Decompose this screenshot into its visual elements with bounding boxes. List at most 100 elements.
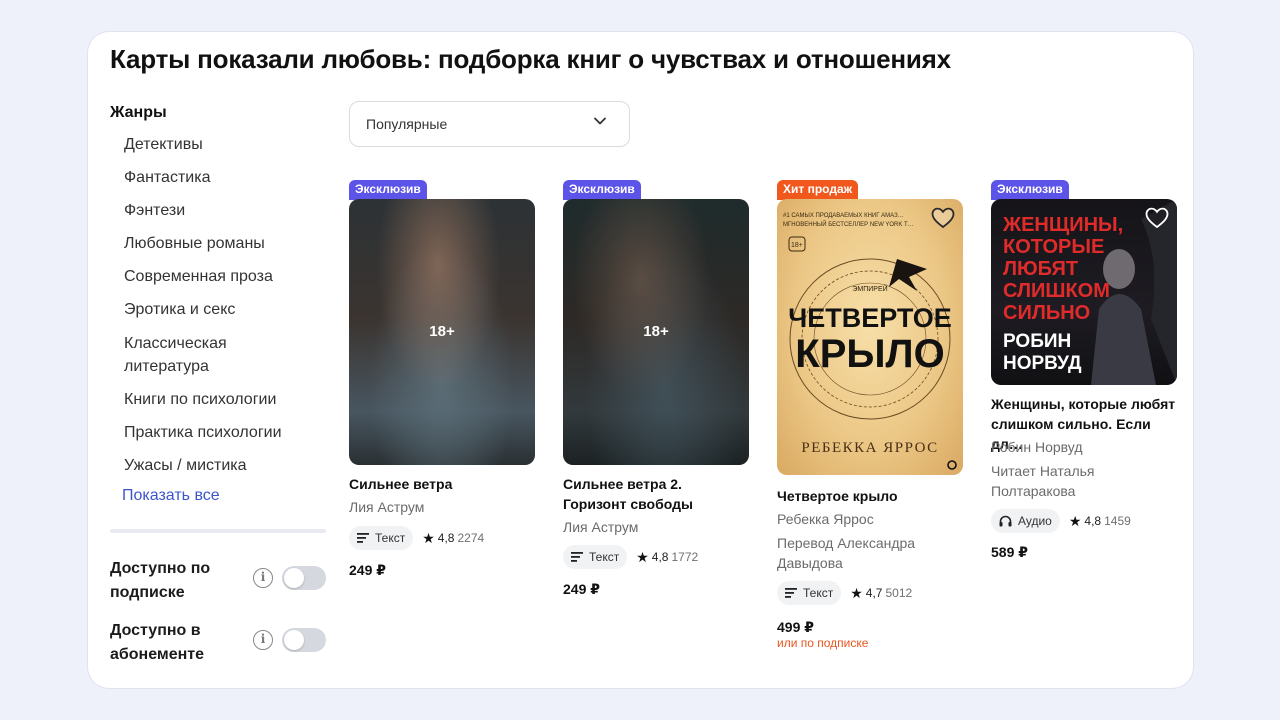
format-label: Текст [589, 550, 620, 564]
genre-link-horror[interactable]: Ужасы / мистика [124, 454, 326, 478]
sort-selected-label: Популярные [366, 116, 448, 132]
cover-author-line: НОРВУД [1003, 353, 1082, 374]
rating: ★ 4,8 2274 [422, 530, 484, 547]
book-title[interactable]: Четвертое крыло [777, 486, 963, 506]
book-author[interactable]: Лия Аструм [349, 497, 535, 517]
sidebar-divider [110, 529, 326, 534]
text-format-icon [785, 588, 797, 598]
star-icon: ★ [422, 529, 435, 546]
text-format-icon [571, 552, 583, 562]
chevron-down-icon [594, 117, 606, 125]
cover-title-line: СИЛЬНО [1003, 302, 1090, 324]
subscription-filter: Доступно по подписке i [110, 560, 326, 615]
book-cover[interactable]: ЖЕНЩИНЫ, КОТОРЫЕ ЛЮБЯТ СЛИШКОМ СИЛЬНО РО… [991, 199, 1177, 385]
info-icon[interactable]: i [253, 568, 273, 589]
book-meta: Текст ★ 4,8 1772 [563, 545, 698, 569]
headphones-icon [999, 515, 1012, 527]
age-restriction-label: 18+ [429, 323, 455, 340]
genre-link-psychology-practice[interactable]: Практика психологии [124, 421, 326, 445]
rating: ★ 4,7 5012 [850, 585, 912, 602]
book-card[interactable]: Эксклюзив 18+ Сильнее ветра Лия Аструм Т… [349, 180, 535, 578]
pass-filter-toggle[interactable] [282, 628, 326, 653]
heart-icon[interactable] [1145, 207, 1169, 229]
book-cover[interactable]: #1 САМЫХ ПРОДАВАЕМЫХ КНИГ АМАЗ… МГНОВЕНН… [777, 199, 963, 475]
rating-value: 4,7 [865, 586, 883, 600]
rating-value: 4,8 [437, 531, 455, 545]
genre-link-romance[interactable]: Любовные романы [124, 232, 326, 256]
text-format-icon [357, 533, 369, 543]
format-chip: Текст [563, 545, 628, 569]
format-label: Текст [375, 531, 406, 545]
cover-author-line: РОБИН [1003, 331, 1071, 352]
format-label: Текст [803, 586, 834, 600]
cover-author: РЕБЕККА ЯРРОС [801, 440, 938, 456]
book-card[interactable]: Эксклюзив 18+ Сильнее ветра 2. Горизонт … [563, 180, 749, 597]
book-title[interactable]: Сильнее ветра [349, 474, 535, 494]
cover-series-label: ЭМПИРЕЙ [852, 284, 887, 293]
genre-link-detectives[interactable]: Детективы [124, 133, 326, 157]
cover-title-line: ЖЕНЩИНЫ, [1002, 214, 1123, 236]
genre-link-modern-prose[interactable]: Современная проза [124, 265, 326, 289]
book-meta: Аудио ★ 4,8 1459 [991, 509, 1131, 533]
star-icon: ★ [636, 548, 649, 565]
exclusive-badge: Эксклюзив [563, 180, 641, 200]
genre-link-classic-literature[interactable]: Классическая литература [124, 332, 244, 379]
toggle-knob [284, 630, 304, 651]
book-card[interactable]: Эксклюзив ЖЕНЩИНЫ, КОТОРЫЕ ЛЮБЯТ СЛИШКОМ… [991, 180, 1177, 560]
format-chip: Текст [349, 526, 414, 550]
rating-count: 1772 [671, 550, 699, 564]
show-all-genres-link[interactable]: Показать все [122, 487, 326, 505]
format-label: Аудио [1018, 514, 1052, 528]
cover-title-line-2: КРЫЛО [795, 332, 944, 376]
exclusive-badge: Эксклюзив [349, 180, 427, 200]
genre-link-psychology-books[interactable]: Книги по психологии [124, 388, 326, 412]
star-icon: ★ [850, 584, 863, 601]
book-title[interactable]: Сильнее ветра 2. Горизонт свободы [563, 474, 749, 514]
cover-top-line: #1 САМЫХ ПРОДАВАЕМЫХ КНИГ АМАЗ… [783, 213, 904, 219]
book-translator[interactable]: Перевод Александра Давыдова [777, 533, 963, 573]
book-author[interactable]: Робин Норвуд [991, 437, 1177, 457]
rating-value: 4,8 [1084, 514, 1102, 528]
book-price: 589 ₽ [991, 544, 1028, 560]
genres-heading: Жанры [110, 104, 167, 121]
cover-age-label: 18+ [791, 242, 803, 249]
rating: ★ 4,8 1459 [1069, 513, 1131, 530]
book-card[interactable]: Хит продаж #1 САМЫХ ПРОДАВАЕМЫХ КНИГ АМА… [777, 180, 963, 650]
age-restriction-label: 18+ [643, 323, 669, 340]
rating-value: 4,8 [651, 550, 669, 564]
bestseller-badge: Хит продаж [777, 180, 859, 200]
rating-count: 1459 [1104, 514, 1131, 528]
cover-title-line: ЛЮБЯТ [1003, 258, 1078, 280]
info-icon[interactable]: i [253, 630, 273, 651]
cover-title-line: СЛИШКОМ [1003, 280, 1110, 302]
page-title: Карты показали любовь: подборка книг о ч… [110, 44, 951, 74]
sort-dropdown[interactable]: Популярные [349, 101, 630, 147]
genre-link-fantasy[interactable]: Фэнтези [124, 199, 326, 223]
exclusive-badge: Эксклюзив [991, 180, 1069, 200]
heart-icon[interactable] [931, 207, 955, 229]
subscription-filter-label: Доступно по подписке [110, 560, 211, 601]
subscription-filter-toggle[interactable] [282, 566, 326, 591]
book-author[interactable]: Ребекка Яррос [777, 509, 963, 529]
genre-link-sci-fi[interactable]: Фантастика [124, 166, 326, 190]
genre-link-erotica[interactable]: Эротика и секс [124, 298, 326, 322]
book-price: 249 ₽ [349, 562, 386, 578]
genre-list: Детективы Фантастика Фэнтези Любовные ро… [124, 133, 326, 478]
book-cover[interactable]: 18+ [349, 199, 535, 465]
book-price: 249 ₽ [563, 581, 600, 597]
book-price: 499 ₽ [777, 619, 814, 635]
collection-panel: Карты показали любовь: подборка книг о ч… [87, 31, 1194, 689]
cover-title-line-1: ЧЕТВЕРТОЕ [788, 303, 951, 333]
book-cover[interactable]: 18+ [563, 199, 749, 465]
cover-artwork: #1 САМЫХ ПРОДАВАЕМЫХ КНИГ АМАЗ… МГНОВЕНН… [783, 213, 957, 470]
cover-top-line-2: МГНОВЕННЫЙ БЕСТСЕЛЛЕР NEW YORK T… [783, 220, 914, 228]
book-author[interactable]: Лия Аструм [563, 517, 749, 537]
book-meta: Текст ★ 4,8 2274 [349, 526, 484, 550]
book-narrator[interactable]: Читает Наталья Полтаракова [991, 461, 1141, 501]
star-icon: ★ [1068, 512, 1082, 529]
format-chip: Аудио [991, 509, 1060, 533]
subscription-note: или по подписке [777, 636, 869, 650]
pass-filter: Доступно в абонементе i [110, 622, 326, 677]
rating: ★ 4,8 1772 [636, 549, 698, 566]
toggle-knob [284, 568, 304, 589]
